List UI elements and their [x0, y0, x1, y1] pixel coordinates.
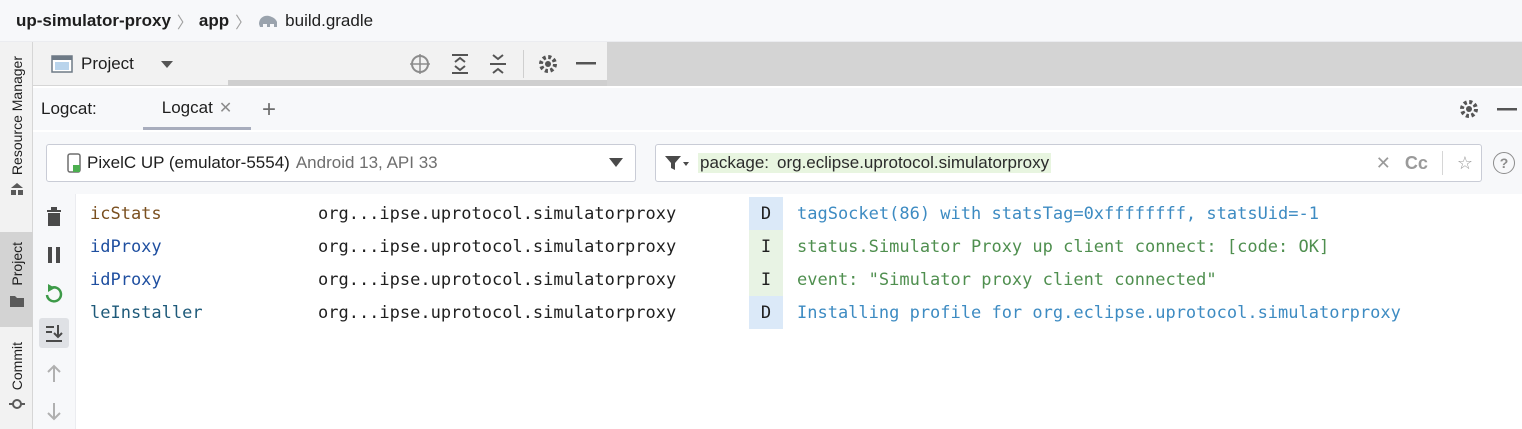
clear-filter-icon[interactable]: ✕	[1376, 153, 1391, 174]
breadcrumb-separator: 〉	[176, 14, 193, 32]
arrow-up-icon	[47, 364, 61, 382]
logcat-output[interactable]: icStats org...ipse.uprotocol.simulatorpr…	[76, 196, 1522, 429]
breadcrumb: up-simulator-proxy 〉 app 〉 build.gradle	[0, 0, 1522, 42]
scroll-to-end-button[interactable]	[39, 318, 69, 348]
pause-icon	[48, 247, 60, 263]
add-tab-icon[interactable]: +	[262, 96, 276, 124]
trash-icon	[47, 207, 61, 226]
help-icon[interactable]: ?	[1493, 152, 1515, 174]
filter-icon[interactable]	[664, 154, 690, 172]
resource-manager-icon	[10, 183, 23, 196]
tab-logcat[interactable]: Logcat ✕	[143, 88, 251, 130]
project-view-selector[interactable]: Project	[81, 54, 134, 74]
expand-all-icon[interactable]	[449, 52, 471, 76]
log-level: I	[749, 230, 783, 263]
breadcrumb-module[interactable]: app	[199, 11, 229, 31]
commit-icon	[8, 399, 25, 410]
device-name: PixelC UP (emulator-5554)	[87, 153, 290, 172]
log-row[interactable]: idProxy org...ipse.uprotocol.simulatorpr…	[76, 230, 1522, 263]
device-selector[interactable]: PixelC UP (emulator-5554) Android 13, AP…	[46, 144, 636, 182]
log-tag: idProxy	[90, 236, 162, 257]
logcat-filter-row: PixelC UP (emulator-5554) Android 13, AP…	[33, 132, 1522, 194]
log-tag: idProxy	[90, 269, 162, 290]
project-window-icon	[51, 54, 73, 73]
minimize-icon[interactable]	[1497, 108, 1517, 112]
clear-logcat-button[interactable]	[39, 202, 69, 232]
device-api-level: Android 13, API 33	[295, 153, 438, 172]
editor-placeholder-area	[607, 42, 1522, 86]
restart-button[interactable]	[39, 280, 69, 310]
log-level: I	[749, 263, 783, 296]
log-tag: icStats	[90, 203, 162, 224]
log-message: Installing profile for org.eclipse.uprot…	[797, 302, 1401, 323]
breadcrumb-separator: 〉	[235, 14, 252, 32]
logcat-header: Logcat: Logcat ✕ +	[33, 88, 1522, 130]
locate-file-icon[interactable]	[409, 53, 431, 75]
log-message: event: "Simulator proxy client connected…	[797, 269, 1217, 290]
restart-icon	[45, 284, 63, 303]
logcat-side-toolbar	[33, 194, 76, 429]
pause-button[interactable]	[39, 240, 69, 270]
toolbar-divider	[523, 50, 524, 78]
log-package: org...ipse.uprotocol.simulatorproxy	[318, 236, 677, 257]
chevron-down-icon	[609, 158, 623, 167]
log-row[interactable]: leInstaller org...ipse.uprotocol.simulat…	[76, 296, 1522, 329]
filter-key-package: package:	[698, 153, 771, 173]
tool-tab-resource-manager[interactable]: Resource Manager	[0, 56, 33, 216]
gear-icon[interactable]	[1457, 97, 1481, 121]
previous-occurrence-button[interactable]	[39, 358, 69, 388]
logcat-tab-label: Logcat	[161, 97, 213, 117]
next-occurrence-button[interactable]	[39, 397, 69, 427]
log-package: org...ipse.uprotocol.simulatorproxy	[318, 302, 677, 323]
log-tag: leInstaller	[90, 302, 203, 323]
tool-tab-commit[interactable]: Commit	[0, 342, 33, 429]
tool-tab-project[interactable]: Project	[0, 232, 33, 327]
scroll-to-end-icon	[46, 325, 63, 342]
minimize-icon[interactable]	[576, 62, 596, 66]
breadcrumb-file[interactable]: build.gradle	[285, 11, 373, 31]
collapse-all-icon[interactable]	[487, 52, 509, 76]
folder-icon	[9, 295, 24, 307]
filter-actions: ✕ Cc ☆	[1376, 151, 1473, 175]
left-tool-strip: Resource Manager Project Commit	[0, 42, 33, 429]
log-row[interactable]: idProxy org...ipse.uprotocol.simulatorpr…	[76, 263, 1522, 296]
project-horizontal-scrollbar[interactable]	[228, 80, 607, 86]
logcat-filter-input[interactable]: package: org.eclipse.uprotocol.simulator…	[655, 144, 1482, 182]
filter-divider	[1441, 151, 1443, 175]
arrow-down-icon	[47, 403, 61, 421]
match-case-toggle[interactable]: Cc	[1405, 153, 1428, 174]
log-message: status.Simulator Proxy up client connect…	[797, 236, 1330, 257]
log-level: D	[749, 296, 783, 329]
commit-tab-label: Commit	[8, 342, 25, 391]
breadcrumb-project[interactable]: up-simulator-proxy	[16, 11, 171, 31]
logcat-title: Logcat:	[41, 99, 97, 118]
gear-icon[interactable]	[536, 52, 560, 76]
project-tab-label: Project	[8, 242, 25, 286]
log-message: tagSocket(86) with statsTag=0xffffffff, …	[797, 203, 1319, 224]
gradle-elephant-icon	[259, 15, 278, 27]
chevron-down-icon[interactable]	[160, 59, 174, 69]
resource-manager-label: Resource Manager	[8, 56, 25, 176]
log-package: org...ipse.uprotocol.simulatorproxy	[318, 203, 677, 224]
star-icon[interactable]: ☆	[1457, 153, 1473, 174]
phone-icon	[67, 153, 81, 173]
close-icon[interactable]: ✕	[219, 98, 232, 118]
log-level: D	[749, 197, 783, 230]
filter-value: org.eclipse.uprotocol.simulatorproxy	[775, 153, 1052, 173]
log-row[interactable]: icStats org...ipse.uprotocol.simulatorpr…	[76, 197, 1522, 230]
log-package: org...ipse.uprotocol.simulatorproxy	[318, 269, 677, 290]
